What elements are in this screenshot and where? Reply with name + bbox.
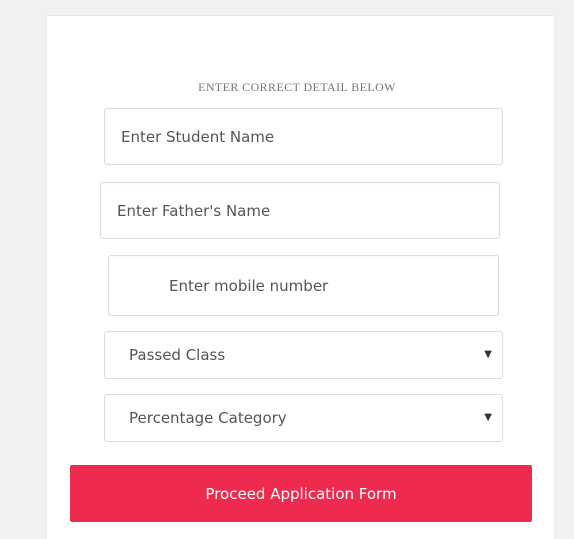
form-heading: ENTER CORRECT DETAIL BELOW bbox=[198, 80, 396, 94]
passed-class-selected-value: Passed Class bbox=[129, 346, 226, 364]
dropdown-arrow-icon: ▼ bbox=[484, 348, 492, 360]
mobile-number-input[interactable] bbox=[108, 255, 499, 316]
father-name-input[interactable] bbox=[100, 182, 500, 239]
percentage-category-select[interactable]: Percentage Category ▼ bbox=[104, 394, 503, 442]
passed-class-select[interactable]: Passed Class ▼ bbox=[104, 331, 503, 379]
proceed-application-button[interactable]: Proceed Application Form bbox=[70, 465, 532, 522]
percentage-category-selected-value: Percentage Category bbox=[129, 409, 287, 427]
student-name-input[interactable] bbox=[104, 108, 503, 165]
dropdown-arrow-icon: ▼ bbox=[484, 411, 492, 423]
